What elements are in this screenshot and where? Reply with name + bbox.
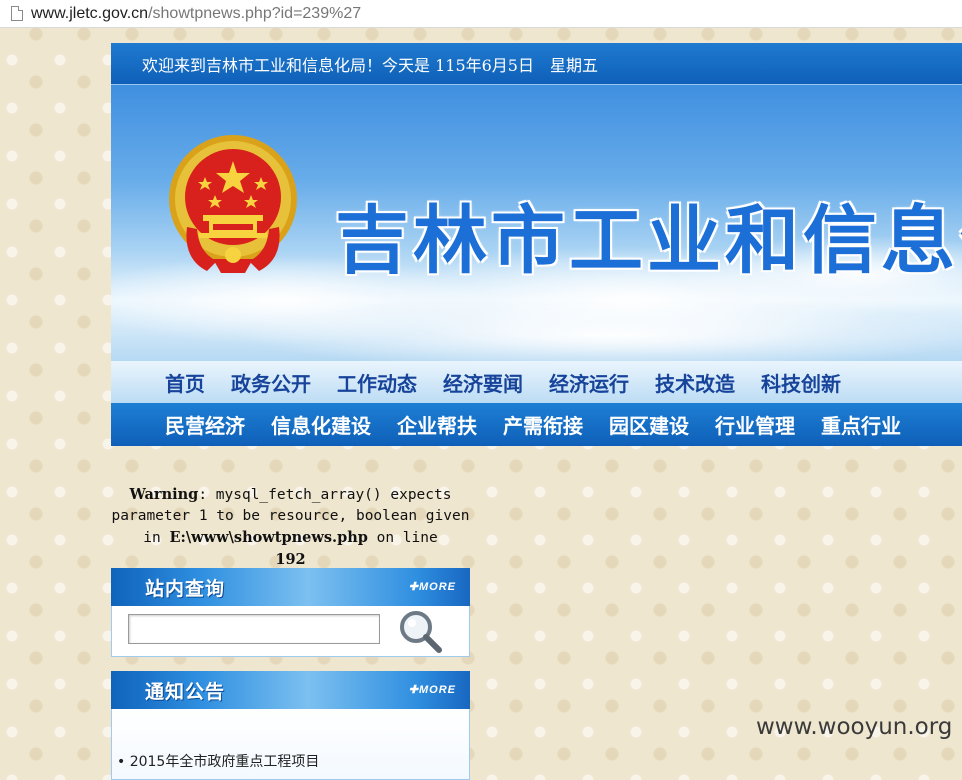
nav-economic-news[interactable]: 经济要闻 (443, 368, 523, 397)
warning-file: E:\www\showtpnews.php (169, 529, 368, 546)
search-more-link[interactable]: ✚MORE (409, 580, 456, 593)
notice-panel-title: 通知公告 (145, 681, 226, 703)
welcome-text: 欢迎来到吉林市工业和信息化局！今天是 115年6月5日 星期五 (142, 55, 598, 75)
nav-key-industries[interactable]: 重点行业 (821, 410, 901, 439)
secondary-nav: 民营经济 信息化建设 企业帮扶 产需衔接 园区建设 行业管理 重点行业 (111, 403, 962, 446)
welcome-bar: 欢迎来到吉林市工业和信息化局！今天是 115年6月5日 星期五 (111, 43, 962, 85)
php-warning: Warning: mysql_fetch_array() expects par… (111, 484, 470, 571)
notice-item[interactable]: • 2015年全市政府重点工程项目 (117, 751, 319, 771)
nav-economic-operation[interactable]: 经济运行 (549, 368, 629, 397)
nav-home[interactable]: 首页 (165, 368, 205, 397)
warning-label: Warning (129, 486, 199, 503)
search-panel-header: 站内查询 ✚MORE (111, 568, 470, 606)
notice-panel-header: 通知公告 ✚MORE (111, 671, 470, 709)
notice-panel: 通知公告 ✚MORE • 2015年全市政府重点工程项目 (111, 671, 470, 780)
nav-industry-management[interactable]: 行业管理 (715, 410, 795, 439)
nav-informatization[interactable]: 信息化建设 (271, 410, 371, 439)
nav-private-economy[interactable]: 民营经济 (165, 410, 245, 439)
page-icon (11, 6, 23, 21)
url-path: /showtpnews.php?id=239%27 (148, 4, 362, 22)
national-emblem (169, 135, 297, 273)
nav-supply-demand[interactable]: 产需衔接 (503, 410, 583, 439)
site-search-input[interactable] (128, 614, 380, 644)
nav-tech-innovation[interactable]: 科技创新 (761, 368, 841, 397)
watermark: www.wooyun.org (756, 714, 953, 740)
notice-more-label: MORE (419, 684, 456, 696)
magnifier-icon[interactable] (396, 608, 444, 654)
search-panel: 站内查询 ✚MORE (111, 568, 470, 657)
address-bar[interactable]: www.jletc.gov.cn/showtpnews.php?id=239%2… (0, 0, 962, 28)
search-more-label: MORE (419, 581, 456, 593)
warning-line-number: 192 (275, 551, 306, 568)
nav-park-construction[interactable]: 园区建设 (609, 410, 689, 439)
warning-on-line: on line (367, 530, 438, 546)
main-nav: 首页 政务公开 工作动态 经济要闻 经济运行 技术改造 科技创新 (111, 361, 962, 403)
search-panel-title: 站内查询 (145, 578, 226, 600)
nav-work-news[interactable]: 工作动态 (337, 368, 417, 397)
notice-more-link[interactable]: ✚MORE (409, 683, 456, 696)
url-domain: www.jletc.gov.cn (31, 4, 149, 22)
nav-enterprise-support[interactable]: 企业帮扶 (397, 410, 477, 439)
notice-panel-body: • 2015年全市政府重点工程项目 (111, 709, 470, 780)
banner-title: 吉林市工业和信息化 (335, 198, 962, 284)
nav-tech-renovation[interactable]: 技术改造 (655, 368, 735, 397)
site-container: 欢迎来到吉林市工业和信息化局！今天是 115年6月5日 星期五 吉林市工业和信息… (111, 43, 962, 446)
search-panel-body (111, 606, 470, 657)
nav-government-affairs[interactable]: 政务公开 (231, 368, 311, 397)
banner: 吉林市工业和信息化 (111, 85, 962, 361)
